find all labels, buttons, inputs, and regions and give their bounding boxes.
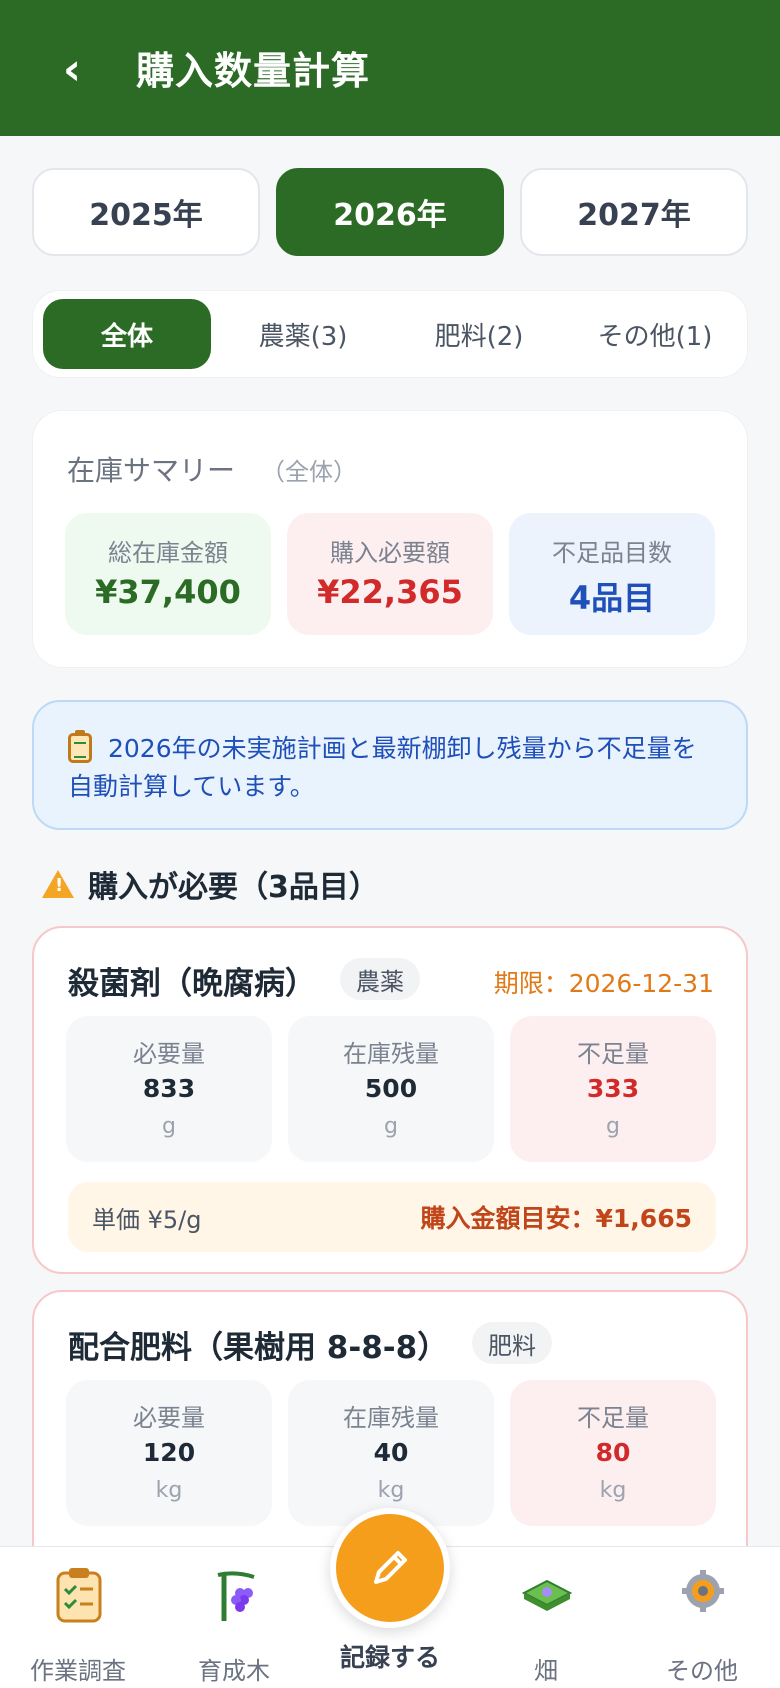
section-title: 購入が必要（3品目） [88, 870, 379, 905]
category-tabs: 全体 農薬(3) 肥料(2) その他(1) [32, 290, 748, 378]
inventory-summary-card: 在庫サマリー （全体） 総在庫金額 ¥37,400 購入必要額 ¥22,365 不… [32, 410, 748, 668]
year-button-2027[interactable]: 2027年 [520, 168, 748, 256]
qty-unit: g [384, 1114, 398, 1139]
required-amount: 必要量 120 kg [66, 1380, 272, 1526]
stat-label: 総在庫金額 [108, 539, 228, 567]
record-label: 記録する [339, 1643, 440, 1672]
stock-amount: 在庫残量 500 g [288, 1016, 494, 1162]
pencil-icon [374, 1551, 407, 1584]
qty-label: 在庫残量 [343, 1040, 439, 1068]
nav-label: その他 [666, 1657, 738, 1685]
stat-label: 不足品目数 [552, 539, 672, 567]
item-name: 配合肥料（果樹用 8-8-8） [68, 1330, 449, 1366]
qty-unit: kg [599, 1478, 627, 1503]
shortage-amount: 不足量 80 kg [510, 1380, 716, 1526]
gear-icon [682, 1570, 724, 1612]
summary-title-text: 在庫サマリー [67, 454, 236, 487]
qty-label: 不足量 [577, 1404, 649, 1432]
nav-item-work-survey[interactable]: 作業調査 [0, 1547, 156, 1688]
clipboard-icon [68, 730, 92, 763]
estimated-cost: 購入金額目安：¥1,665 [420, 1204, 692, 1233]
tab-all[interactable]: 全体 [43, 299, 211, 369]
tab-other[interactable]: その他(1) [571, 299, 739, 369]
qty-unit: kg [155, 1478, 183, 1503]
nav-item-field[interactable]: 畑 [468, 1547, 624, 1688]
qty-value: 333 [586, 1074, 640, 1103]
stat-purchase-required: 購入必要額 ¥22,365 [287, 513, 493, 635]
nav-label: 育成木 [198, 1657, 270, 1685]
item-name: 殺菌剤（晩腐病） [68, 966, 316, 1002]
stock-amount: 在庫残量 40 kg [288, 1380, 494, 1526]
summary-scope: （全体） [261, 458, 358, 486]
nav-label: 作業調査 [30, 1657, 126, 1685]
clipboard-check-icon [56, 1568, 102, 1623]
qty-value: 120 [142, 1438, 196, 1467]
app-header: ‹ 購入数量計算 [0, 0, 780, 136]
record-button[interactable] [330, 1508, 450, 1628]
category-tag: 農薬 [340, 958, 420, 1000]
qty-unit: g [162, 1114, 176, 1139]
warning-icon: ! [42, 870, 74, 898]
qty-value: 40 [373, 1438, 409, 1467]
qty-value: 500 [364, 1074, 418, 1103]
shortage-amount: 不足量 333 g [510, 1016, 716, 1162]
unit-price: 単価 ¥5/g [92, 1205, 202, 1234]
info-banner: 2026年の未実施計画と最新棚卸し残量から不足量を自動計算しています。 [32, 700, 748, 830]
qty-unit: g [606, 1114, 620, 1139]
stat-value: ¥37,400 [95, 573, 241, 611]
price-estimate-bar: 単価 ¥5/g 購入金額目安：¥1,665 [68, 1182, 716, 1252]
qty-label: 必要量 [133, 1404, 205, 1432]
page-title: 購入数量計算 [136, 49, 371, 93]
back-button[interactable]: ‹ [52, 42, 92, 98]
year-button-2025[interactable]: 2025年 [32, 168, 260, 256]
stat-total-stock-value: 総在庫金額 ¥37,400 [65, 513, 271, 635]
stat-value: ¥22,365 [317, 573, 463, 611]
stat-label: 購入必要額 [330, 539, 450, 567]
summary-title: 在庫サマリー （全体） [67, 449, 357, 489]
stat-value: 4品目 [568, 579, 656, 617]
tab-fertilizer[interactable]: 肥料(2) [395, 299, 563, 369]
nav-item-other[interactable]: その他 [624, 1547, 780, 1688]
year-selector: 2025年 2026年 2027年 [32, 168, 748, 256]
qty-label: 必要量 [133, 1040, 205, 1068]
qty-unit: kg [377, 1478, 405, 1503]
qty-value: 80 [595, 1438, 631, 1467]
qty-label: 不足量 [577, 1040, 649, 1068]
stat-shortage-count: 不足品目数 4品目 [509, 513, 715, 635]
nav-label: 畑 [534, 1657, 558, 1685]
year-button-2026[interactable]: 2026年 [276, 168, 504, 256]
deadline: 期限：2026-12-31 [493, 969, 714, 998]
purchase-item-card[interactable]: 殺菌剤（晩腐病） 農薬 期限：2026-12-31 必要量 833 g 在庫残量… [32, 926, 748, 1274]
category-tag: 肥料 [472, 1322, 552, 1364]
info-text: 2026年の未実施計画と最新棚卸し残量から不足量を自動計算しています。 [68, 734, 697, 801]
required-amount: 必要量 833 g [66, 1016, 272, 1162]
qty-value: 833 [142, 1074, 196, 1103]
nav-item-trees[interactable]: 育成木 [156, 1547, 312, 1688]
field-icon [522, 1579, 572, 1611]
section-heading: ! 購入が必要（3品目） [42, 862, 379, 906]
tab-pesticide[interactable]: 農薬(3) [219, 299, 387, 369]
qty-label: 在庫残量 [343, 1404, 439, 1432]
grape-vine-icon [217, 1571, 255, 1621]
